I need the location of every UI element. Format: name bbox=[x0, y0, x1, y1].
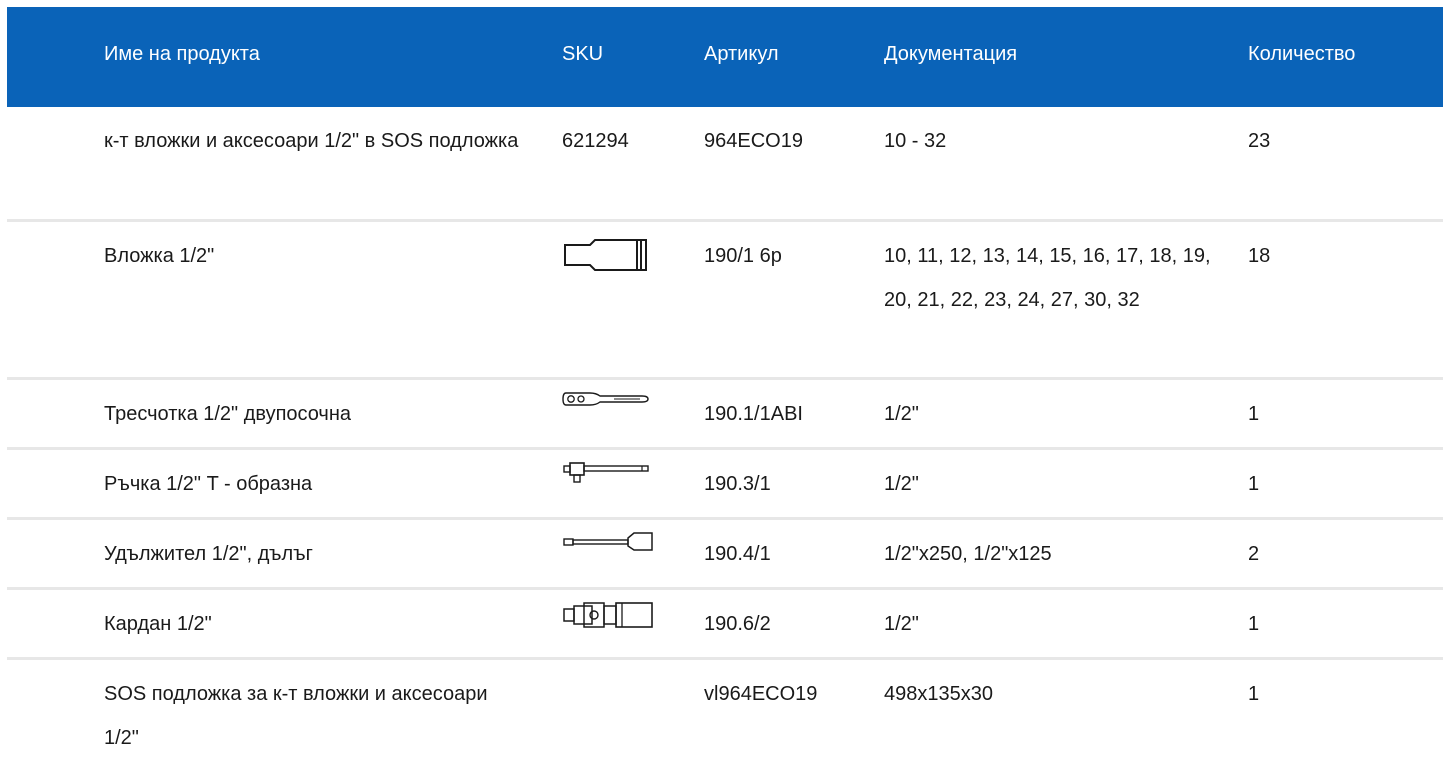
documentation-value: 1/2" bbox=[884, 403, 919, 425]
quantity-value: 1 bbox=[1248, 613, 1260, 635]
article-value: vl964ECO19 bbox=[704, 683, 818, 705]
documentation-value: 1/2" bbox=[884, 473, 919, 495]
universal-joint-icon bbox=[563, 602, 653, 628]
ratchet-icon bbox=[562, 392, 649, 406]
header-product-name[interactable]: Име на продукта bbox=[104, 41, 260, 67]
product-name: Удължител 1/2", дълъг bbox=[104, 543, 313, 565]
table-row: Удължител 1/2", дълъг 190.4/1 1/2"x250, … bbox=[7, 520, 1443, 590]
header-quantity[interactable]: Количество bbox=[1248, 41, 1355, 67]
documentation-value: 498x135x30 bbox=[884, 683, 993, 705]
article-value: 190/1 6p bbox=[704, 245, 782, 267]
extension-bar-icon bbox=[563, 532, 653, 551]
header-article[interactable]: Артикул bbox=[704, 41, 779, 67]
header-documentation[interactable]: Документация bbox=[884, 41, 1017, 67]
documentation-value: 1/2"x250, 1/2"x125 bbox=[884, 543, 1052, 565]
article-value: 964ECO19 bbox=[704, 130, 803, 152]
socket-icon bbox=[564, 239, 647, 271]
quantity-value: 1 bbox=[1248, 403, 1260, 425]
product-name: Вложка 1/2" bbox=[104, 245, 215, 267]
table-header: Име на продукта SKU Артикул Документация… bbox=[7, 7, 1443, 107]
documentation-value: 10, 11, 12, 13, 14, 15, 16, 17, 18, 19, … bbox=[884, 245, 1211, 311]
article-value: 190.6/2 bbox=[704, 613, 771, 635]
documentation-value: 10 - 32 bbox=[884, 130, 947, 152]
article-value: 190.1/1ABI bbox=[704, 403, 803, 425]
table-row: SOS подложка за к-т вложки и аксесоари 1… bbox=[7, 660, 1443, 770]
table-row: Тресчотка 1/2" двупосочна 190.1/1ABI 1/2… bbox=[7, 380, 1443, 450]
quantity-value: 2 bbox=[1248, 543, 1260, 565]
product-name: к-т вложки и аксесоари 1/2" в SOS подлож… bbox=[104, 130, 519, 152]
product-name: Тресчотка 1/2" двупосочна bbox=[104, 403, 352, 425]
product-name: Ръчка 1/2" T - образна bbox=[104, 473, 313, 495]
product-name: Кардан 1/2" bbox=[104, 613, 212, 635]
table-row: к-т вложки и аксесоари 1/2" в SOS подлож… bbox=[7, 107, 1443, 222]
header-sku[interactable]: SKU bbox=[562, 41, 603, 67]
quantity-value: 18 bbox=[1248, 245, 1271, 267]
sku-value: 621294 bbox=[562, 130, 629, 152]
product-name: SOS подложка за к-т вложки и аксесоари 1… bbox=[104, 683, 488, 749]
article-value: 190.4/1 bbox=[704, 543, 771, 565]
table-row: Кардан 1/2" 190.6/2 1/2" 1 bbox=[7, 590, 1443, 660]
t-handle-icon bbox=[563, 462, 649, 483]
quantity-value: 1 bbox=[1248, 683, 1260, 705]
documentation-value: 1/2" bbox=[884, 613, 919, 635]
product-table: Име на продукта SKU Артикул Документация… bbox=[7, 7, 1443, 770]
quantity-value: 23 bbox=[1248, 130, 1271, 152]
article-value: 190.3/1 bbox=[704, 473, 771, 495]
quantity-value: 1 bbox=[1248, 473, 1260, 495]
table-row: Вложка 1/2" 190/1 6p 10, 11, 12, 13, 14,… bbox=[7, 222, 1443, 380]
table-row: Ръчка 1/2" T - образна 190.3/1 1/2" 1 bbox=[7, 450, 1443, 520]
